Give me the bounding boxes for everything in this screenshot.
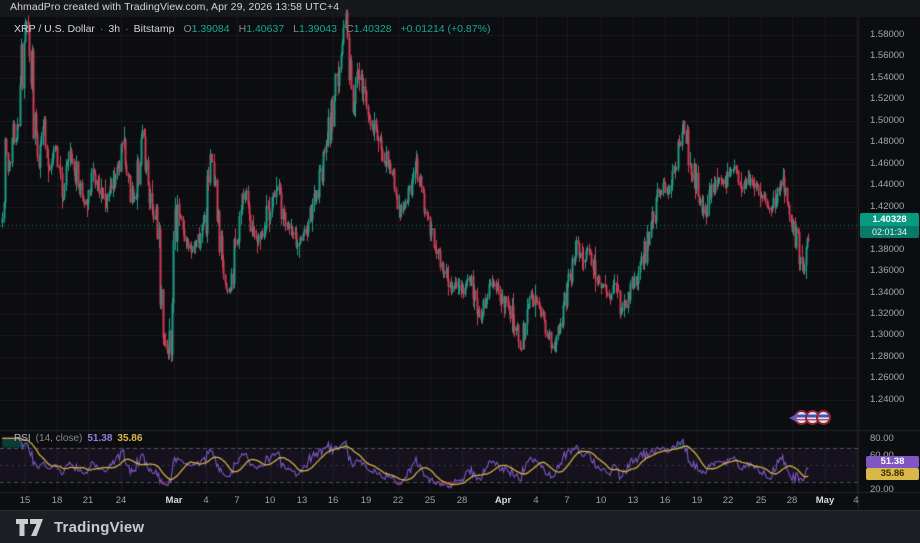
watermark-text: AhmadPro created with TradingView.com, A… (10, 1, 339, 13)
legend-separator: · (125, 23, 129, 35)
interval-label[interactable]: 3h (108, 23, 120, 35)
last-price-tag: 1.40328 02:01:34 (860, 213, 919, 238)
rsi-value: 51.38 (87, 433, 112, 444)
sticker-badges (789, 410, 831, 425)
time-axis-label: 28 (457, 495, 468, 506)
time-axis-label: 22 (393, 495, 404, 506)
brand-bar: TradingView (0, 510, 920, 543)
time-axis-label: 18 (52, 495, 63, 506)
time-axis-label: 25 (756, 495, 767, 506)
time-axis-label: 19 (361, 495, 372, 506)
time-axis-label: 4 (533, 495, 538, 506)
flag-badge-icon (816, 410, 831, 425)
time-axis-label: 13 (628, 495, 639, 506)
rsi-params: (14, close) (36, 433, 83, 444)
symbol-legend[interactable]: XRP / U.S. Dollar · 3h · Bitstamp O1.390… (14, 23, 490, 35)
high-value: H1.40637 (239, 23, 285, 35)
bar-countdown: 02:01:34 (860, 226, 919, 238)
arrow-icon (789, 414, 797, 422)
time-axis[interactable]: 15 18 21 24 Mar 4 7 10 13 16 19 22 25 28 Apr 4 7 10 13 16 19… (0, 492, 858, 510)
time-axis-label: 7 (564, 495, 569, 506)
chart-window: AhmadPro created with TradingView.com, A… (0, 0, 920, 543)
brand-name[interactable]: TradingView (54, 519, 144, 536)
time-axis-label: 15 (20, 495, 31, 506)
time-axis-label: 10 (265, 495, 276, 506)
time-axis-label: 16 (660, 495, 671, 506)
time-axis-label: 10 (596, 495, 607, 506)
rsi-legend[interactable]: RSI (14, close) 51.38 35.86 (14, 433, 142, 444)
time-axis-label: Apr (495, 495, 511, 506)
low-value: L1.39043 (293, 23, 337, 35)
time-axis-label: 28 (787, 495, 798, 506)
tradingview-logo-icon[interactable] (16, 519, 46, 536)
rsi-title: RSI (14, 433, 31, 444)
time-axis-label: 24 (116, 495, 127, 506)
time-axis-label: 22 (723, 495, 734, 506)
time-axis-label: 19 (692, 495, 703, 506)
time-axis-label: 21 (83, 495, 94, 506)
chart-canvas[interactable] (0, 0, 920, 543)
close-value: C1.40328 (346, 23, 392, 35)
time-axis-label: 25 (425, 495, 436, 506)
legend-separator: · (100, 23, 104, 35)
rsi-value-tag: 51.38 (866, 456, 919, 468)
symbol-name[interactable]: XRP / U.S. Dollar (14, 23, 95, 35)
last-price-value: 1.40328 (860, 213, 919, 226)
rsi-ma-value-tag: 35.86 (866, 468, 919, 480)
rsi-ma-value: 35.86 (117, 433, 142, 444)
time-axis-label: 7 (234, 495, 239, 506)
change-value: +0.01214 (+0.87%) (401, 23, 491, 35)
time-axis-label: 13 (297, 495, 308, 506)
open-value: O1.39084 (183, 23, 229, 35)
exchange-label: Bitstamp (134, 23, 175, 35)
time-axis-label: May (816, 495, 834, 506)
time-axis-label: 4 (853, 495, 858, 506)
time-axis-label: 4 (203, 495, 208, 506)
time-axis-label: 16 (328, 495, 339, 506)
time-axis-label: Mar (166, 495, 183, 506)
